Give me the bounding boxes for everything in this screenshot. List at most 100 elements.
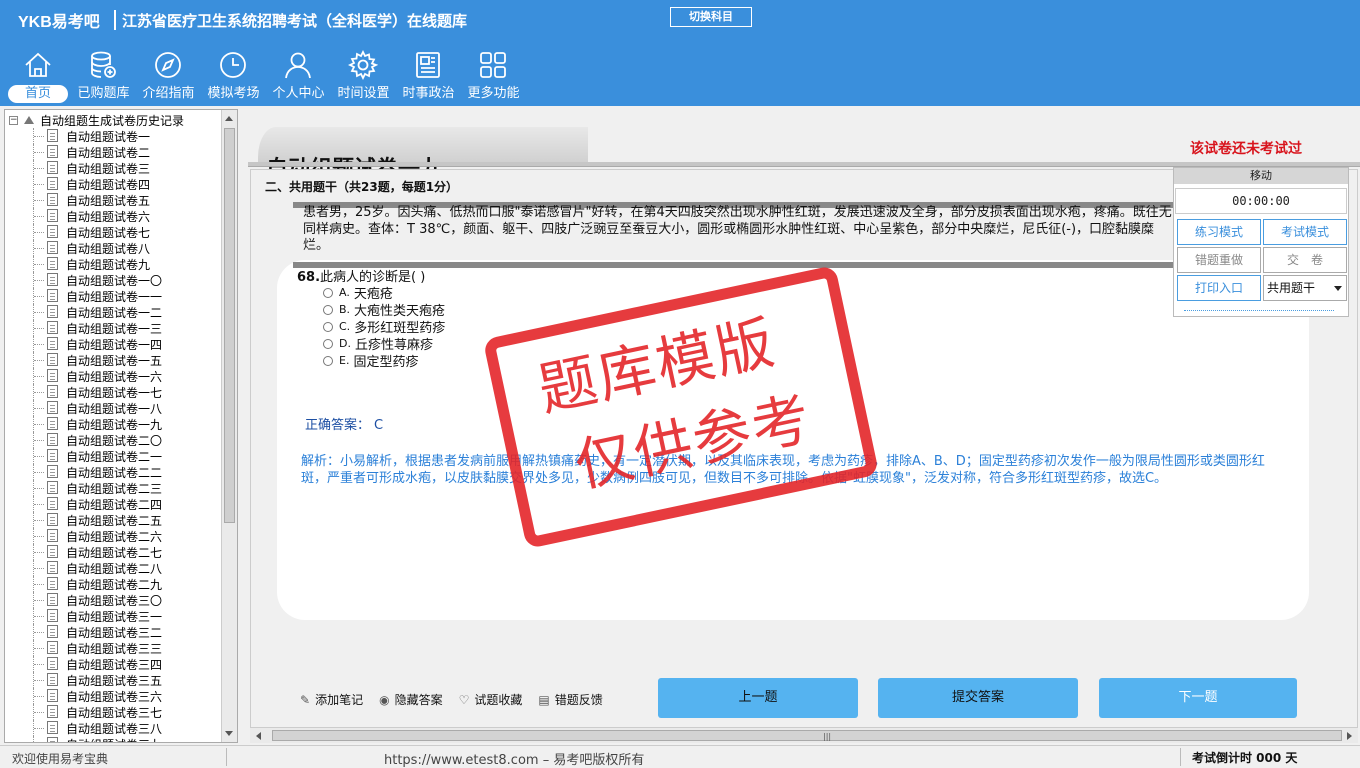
tree-item[interactable]: 自动组题试卷二五	[5, 512, 223, 528]
option-d[interactable]: D. 丘疹性荨麻疹	[323, 335, 445, 353]
favorite-link[interactable]: ♡ 试题收藏	[459, 691, 523, 708]
tree-item[interactable]: 自动组题试卷三六	[5, 688, 223, 704]
scroll-right-icon[interactable]	[1347, 732, 1352, 740]
nav-more[interactable]: 更多功能	[461, 46, 526, 104]
tree-item[interactable]: 自动组题试卷一〇	[5, 272, 223, 288]
document-icon	[47, 577, 58, 590]
radio-icon[interactable]	[323, 321, 333, 332]
radio-icon[interactable]	[323, 304, 333, 315]
nav-purchased-label: 已购题库	[77, 86, 130, 101]
tree-item[interactable]: 自动组题试卷二〇	[5, 432, 223, 448]
tree-item[interactable]: 自动组题试卷一五	[5, 352, 223, 368]
tree-item[interactable]: 自动组题试卷三二	[5, 624, 223, 640]
tree-item-label: 自动组题试卷一	[66, 129, 151, 144]
tree-item[interactable]: 自动组题试卷三	[5, 160, 223, 176]
radio-icon[interactable]	[323, 287, 333, 298]
question-type-select[interactable]: 共用题干	[1263, 275, 1347, 301]
nav-purchased[interactable]: 已购题库	[71, 46, 136, 104]
tree-guide-line	[33, 560, 44, 576]
tree-item[interactable]: 自动组题试卷三九	[5, 736, 223, 742]
tree-item[interactable]: 自动组题试卷五	[5, 192, 223, 208]
tree-item[interactable]: 自动组题试卷三七	[5, 704, 223, 720]
scroll-down-icon[interactable]	[225, 731, 233, 736]
tree-item[interactable]: 自动组题试卷一	[5, 128, 223, 144]
nav-current-affairs[interactable]: 时事政治	[396, 46, 461, 104]
options-list: A. 天疱疮 B. 大疱性类天疱疮 C. 多形红斑型药疹 D. 丘疹性荨麻疹 E. 固定型…	[323, 284, 445, 370]
option-c[interactable]: C. 多形红斑型药疹	[323, 318, 445, 336]
add-note-link[interactable]: ✎ 添加笔记	[300, 691, 363, 708]
tree-item[interactable]: 自动组题试卷三五	[5, 672, 223, 688]
switch-subject-button[interactable]: 切换科目	[670, 7, 752, 27]
hide-answer-link[interactable]: ◉ 隐藏答案	[379, 691, 443, 708]
document-icon	[47, 545, 58, 558]
tree-item[interactable]: 自动组题试卷一二	[5, 304, 223, 320]
document-icon	[47, 497, 58, 510]
tree-item[interactable]: 自动组题试卷一四	[5, 336, 223, 352]
redo-wrong-button[interactable]: 错题重做	[1177, 247, 1261, 273]
tree-item[interactable]: 自动组题试卷一一	[5, 288, 223, 304]
tree-item[interactable]: 自动组题试卷一八	[5, 400, 223, 416]
tree-item[interactable]: 自动组题试卷二三	[5, 480, 223, 496]
tree-item[interactable]: 自动组题试卷二九	[5, 576, 223, 592]
collapse-icon[interactable]: −	[9, 115, 18, 125]
tree-item-label: 自动组题试卷四	[66, 177, 151, 192]
tree-item-label: 自动组题试卷八	[66, 241, 151, 256]
tree-item[interactable]: 自动组题试卷一三	[5, 320, 223, 336]
tree-item[interactable]: 自动组题试卷七	[5, 224, 223, 240]
exam-mode-button[interactable]: 考试模式	[1263, 219, 1347, 245]
tree-guide-line	[33, 704, 44, 720]
feedback-link[interactable]: ▤ 错题反馈	[538, 691, 602, 708]
tree-item[interactable]: 自动组题试卷九	[5, 256, 223, 272]
option-a[interactable]: A. 天疱疮	[323, 284, 445, 302]
tree-item[interactable]: 自动组题试卷二八	[5, 560, 223, 576]
nav-home[interactable]: 首页	[6, 46, 71, 104]
tree-item[interactable]: 自动组题试卷三〇	[5, 592, 223, 608]
scroll-left-icon[interactable]	[256, 732, 261, 740]
option-b[interactable]: B. 大疱性类天疱疮	[323, 301, 445, 319]
tree-item[interactable]: 自动组题试卷三一	[5, 608, 223, 624]
tree-item[interactable]: 自动组题试卷三四	[5, 656, 223, 672]
tree-guide-line	[33, 640, 44, 656]
document-icon	[47, 385, 58, 398]
tree-guide-line	[33, 512, 44, 528]
tree-item[interactable]: 自动组题试卷二四	[5, 496, 223, 512]
prev-question-button[interactable]: 上一题	[658, 678, 858, 718]
nav-guide[interactable]: 介绍指南	[136, 46, 201, 104]
tree-item[interactable]: 自动组题试卷二一	[5, 448, 223, 464]
tree-guide-line	[33, 368, 44, 384]
hand-in-button[interactable]: 交 卷	[1263, 247, 1347, 273]
option-letter: B.	[339, 303, 351, 316]
document-icon	[47, 353, 58, 366]
tree-guide-line	[33, 672, 44, 688]
nav-mock-exam[interactable]: 模拟考场	[201, 46, 266, 104]
radio-icon[interactable]	[323, 355, 333, 366]
tree-item[interactable]: 自动组题试卷八	[5, 240, 223, 256]
scroll-thumb[interactable]	[224, 128, 235, 523]
submit-answer-button[interactable]: 提交答案	[878, 678, 1078, 718]
hscroll-thumb[interactable]: |||	[272, 730, 1342, 741]
tree-guide-line	[33, 288, 44, 304]
print-button[interactable]: 打印入口	[1177, 275, 1261, 301]
radio-icon[interactable]	[323, 338, 333, 349]
practice-mode-button[interactable]: 练习模式	[1177, 219, 1261, 245]
tree-item[interactable]: 自动组题试卷一六	[5, 368, 223, 384]
next-question-button[interactable]: 下一题	[1099, 678, 1297, 718]
tree-item[interactable]: 自动组题试卷二	[5, 144, 223, 160]
tree-root[interactable]: − 自动组题生成试卷历史记录	[9, 112, 184, 128]
tree-item[interactable]: 自动组题试卷二六	[5, 528, 223, 544]
scroll-up-icon[interactable]	[225, 116, 233, 121]
tree-item[interactable]: 自动组题试卷二二	[5, 464, 223, 480]
tree-item[interactable]: 自动组题试卷四	[5, 176, 223, 192]
panel-drag-handle[interactable]: 移动	[1174, 168, 1348, 184]
nav-time-settings[interactable]: 时间设置	[331, 46, 396, 104]
horizontal-scrollbar[interactable]: |||	[250, 727, 1358, 743]
nav-profile[interactable]: 个人中心	[266, 46, 331, 104]
sidebar-scrollbar[interactable]	[221, 110, 237, 742]
tree-item[interactable]: 自动组题试卷一九	[5, 416, 223, 432]
tree-item[interactable]: 自动组题试卷三三	[5, 640, 223, 656]
tree-item[interactable]: 自动组题试卷三八	[5, 720, 223, 736]
option-e[interactable]: E. 固定型药疹	[323, 352, 445, 370]
tree-item[interactable]: 自动组题试卷二七	[5, 544, 223, 560]
tree-item[interactable]: 自动组题试卷一七	[5, 384, 223, 400]
tree-item[interactable]: 自动组题试卷六	[5, 208, 223, 224]
